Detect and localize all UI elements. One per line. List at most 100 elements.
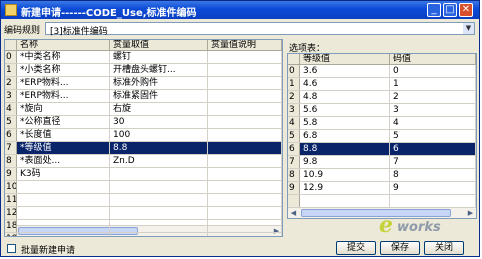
name-cell[interactable]	[17, 181, 110, 193]
description-cell[interactable]	[208, 194, 282, 206]
description-cell[interactable]	[208, 155, 282, 167]
code-cell[interactable]: 5	[390, 130, 476, 142]
table-row[interactable]: 8 10.9 8	[288, 169, 476, 182]
table-row[interactable]: 4 *旋向 右旋	[5, 103, 282, 116]
name-cell[interactable]	[17, 220, 110, 232]
table-row[interactable]: 3 *ERP物料... 标准紧固件	[5, 90, 282, 103]
close-window-button[interactable]: ✕	[459, 3, 473, 17]
grade-cell[interactable]: 9.8	[300, 156, 390, 168]
column-header-name[interactable]: 名称	[17, 40, 110, 51]
table-row[interactable]: 0 3.6 0	[288, 65, 476, 78]
description-cell[interactable]	[208, 207, 282, 219]
name-cell[interactable]: *ERP物料...	[17, 77, 110, 89]
grade-cell[interactable]: 6.8	[300, 130, 390, 142]
description-cell[interactable]	[208, 116, 282, 128]
value-cell[interactable]: 30	[110, 116, 208, 128]
table-row[interactable]: 1 4.6 1	[288, 78, 476, 91]
value-cell[interactable]	[110, 233, 208, 236]
description-cell[interactable]	[208, 142, 282, 154]
table-row[interactable]: 6 8.8 6	[288, 143, 476, 156]
description-cell[interactable]	[208, 90, 282, 102]
value-cell[interactable]	[110, 194, 208, 206]
table-row[interactable]: 2 *ERP物料... 标准外购件	[5, 77, 282, 90]
name-cell[interactable]	[17, 233, 110, 236]
grade-cell[interactable]: 8.8	[300, 143, 390, 155]
table-row[interactable]: 1 *小类名称 开槽盘头螺钉...	[5, 64, 282, 77]
grade-cell[interactable]	[300, 195, 390, 207]
table-row[interactable]: 10	[5, 181, 282, 194]
table-row[interactable]: 5 6.8 5	[288, 130, 476, 143]
grade-cell[interactable]: 3.6	[300, 65, 390, 77]
code-cell[interactable]: 4	[390, 117, 476, 129]
code-cell[interactable]: 3	[390, 104, 476, 116]
value-cell[interactable]: 螺钉	[110, 51, 208, 63]
name-cell[interactable]	[17, 207, 110, 219]
name-cell[interactable]: *小类名称	[17, 64, 110, 76]
table-row[interactable]: 7 9.8 7	[288, 156, 476, 169]
name-cell[interactable]: *表面处...	[17, 155, 110, 167]
column-header-grade[interactable]: 等级值	[300, 54, 390, 65]
table-row[interactable]: 19	[5, 233, 282, 236]
value-cell[interactable]: 标准紧固件	[110, 90, 208, 102]
value-cell[interactable]: 标准外购件	[110, 77, 208, 89]
value-cell[interactable]: 右旋	[110, 103, 208, 115]
code-cell[interactable]: 0	[390, 65, 476, 77]
table-row[interactable]: 5 *公称直径 30	[5, 116, 282, 129]
name-cell[interactable]: *长度值	[17, 129, 110, 141]
grade-cell[interactable]: 10.9	[300, 169, 390, 181]
value-cell[interactable]	[110, 168, 208, 180]
minimize-button[interactable]: _	[427, 3, 441, 17]
table-row[interactable]: 7 *等级值 8.8	[5, 142, 282, 155]
description-cell[interactable]	[208, 129, 282, 141]
description-cell[interactable]	[208, 220, 282, 232]
name-cell[interactable]: *ERP物料...	[17, 90, 110, 102]
scroll-left-icon[interactable]: ◀	[288, 208, 299, 218]
table-row[interactable]: 18	[5, 220, 282, 233]
value-cell[interactable]	[110, 220, 208, 232]
table-row[interactable]: 9 K3码	[5, 168, 282, 181]
value-cell[interactable]: 100	[110, 129, 208, 141]
table-row[interactable]: 2 4.8 2	[288, 91, 476, 104]
maximize-button[interactable]: □	[443, 3, 457, 17]
value-cell[interactable]: 开槽盘头螺钉...	[110, 64, 208, 76]
value-cell[interactable]	[110, 181, 208, 193]
code-cell[interactable]: 1	[390, 78, 476, 90]
table-row[interactable]: 3 5.6 3	[288, 104, 476, 117]
chevron-down-icon[interactable]: ▼	[463, 23, 474, 34]
coding-rule-select[interactable]: [3]标准件编码 ▼	[45, 22, 475, 37]
table-row[interactable]: 4 5.8 4	[288, 117, 476, 130]
code-cell[interactable]: 9	[390, 182, 476, 194]
name-cell[interactable]: *中类名称	[17, 51, 110, 63]
description-cell[interactable]	[208, 77, 282, 89]
description-cell[interactable]	[208, 168, 282, 180]
name-cell[interactable]	[17, 194, 110, 206]
grade-cell[interactable]: 4.6	[300, 78, 390, 90]
description-cell[interactable]	[208, 181, 282, 193]
code-cell[interactable]: 2	[390, 91, 476, 103]
table-row[interactable]: 12	[5, 207, 282, 220]
table-row[interactable]: 8 *表面处... Zn.D	[5, 155, 282, 168]
description-cell[interactable]	[208, 233, 282, 236]
description-cell[interactable]	[208, 51, 282, 63]
grade-cell[interactable]: 12.9	[300, 182, 390, 194]
name-cell[interactable]: *旋向	[17, 103, 110, 115]
value-cell[interactable]: Zn.D	[110, 155, 208, 167]
value-cell[interactable]	[110, 207, 208, 219]
name-cell[interactable]: *等级值	[17, 142, 110, 154]
description-cell[interactable]	[208, 103, 282, 115]
name-cell[interactable]: *公称直径	[17, 116, 110, 128]
title-bar[interactable]: 新建申请------CODE_Use,标准件编码 _ □ ✕	[1, 1, 479, 19]
column-header-value[interactable]: 赏量取值	[110, 40, 208, 51]
table-row[interactable]: 0 *中类名称 螺钉	[5, 51, 282, 64]
table-row[interactable]: 9 12.9 9	[288, 182, 476, 195]
submit-button[interactable]: 提交	[336, 241, 376, 255]
column-header-description[interactable]: 赏量值说明	[208, 40, 282, 51]
code-cell[interactable]: 8	[390, 169, 476, 181]
table-row[interactable]: 6 *长度值 100	[5, 129, 282, 142]
grade-cell[interactable]: 5.6	[300, 104, 390, 116]
scroll-right-icon[interactable]: ▶	[465, 208, 476, 218]
value-cell[interactable]: 8.8	[110, 142, 208, 154]
attribute-grid[interactable]: 名称 赏量取值 赏量值说明 ◀ ▶ 0*中类名称螺钉1*小类名称开槽盘头螺钉..…	[4, 39, 283, 237]
description-cell[interactable]	[208, 64, 282, 76]
batch-create-checkbox[interactable]	[7, 244, 16, 253]
